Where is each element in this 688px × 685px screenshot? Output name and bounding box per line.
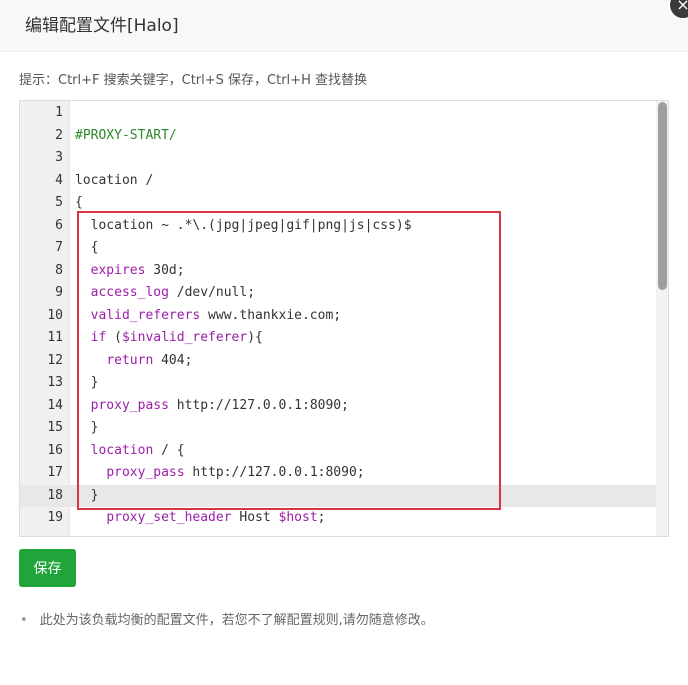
code-text: location / {: [75, 440, 185, 463]
code-token: access_log: [90, 285, 169, 300]
code-text: valid_referers www.thankxie.com;: [75, 305, 341, 328]
code-token: $host: [278, 510, 318, 525]
code-token: {: [75, 195, 83, 210]
code-token: proxy_pass: [106, 465, 185, 480]
line-number: 17: [47, 465, 63, 480]
code-text: #PROXY-START/: [75, 125, 177, 148]
code-token: www.thankxie.com;: [200, 307, 342, 323]
code-text: location ~ .*\.(jpg|jpeg|gif|png|js|css)…: [75, 215, 412, 238]
code-line[interactable]: 7 {: [20, 237, 656, 260]
line-number: 5: [55, 195, 63, 210]
line-number: 12: [47, 352, 63, 368]
code-token: ){: [247, 330, 263, 345]
line-number: 2: [55, 127, 63, 143]
code-token: / {: [153, 442, 185, 458]
line-number: 11: [47, 330, 63, 345]
code-line[interactable]: 15 }: [20, 417, 656, 440]
code-text: {: [75, 237, 99, 260]
line-number: 14: [47, 397, 63, 413]
code-token: /dev/null;: [168, 285, 256, 300]
code-token: location: [90, 442, 154, 458]
dialog-title: 编辑配置文件[Halo]: [25, 16, 179, 36]
code-line[interactable]: 10 valid_referers www.thankxie.com;: [20, 305, 656, 328]
code-line[interactable]: 4 location /: [20, 170, 656, 193]
line-number: 10: [47, 307, 63, 323]
code-token: #PROXY-START/: [75, 127, 177, 143]
line-number: 7: [55, 240, 63, 255]
code-text: }: [75, 417, 99, 440]
line-number: 3: [55, 150, 63, 165]
code-token: }: [90, 420, 99, 435]
code-text: }: [75, 485, 99, 508]
code-token: proxy_pass: [90, 397, 169, 413]
code-text: }: [75, 372, 99, 395]
code-token: valid_referers: [90, 307, 201, 323]
config-note: • 此处为该负载均衡的配置文件，若您不了解配置规则,请勿随意修改。: [20, 611, 434, 631]
code-line[interactable]: 17 proxy_pass http://127.0.0.1:8090;: [20, 462, 656, 485]
bullet-icon: •: [20, 613, 28, 628]
code-token: if: [90, 330, 107, 345]
code-line[interactable]: 18 }: [20, 484, 656, 508]
code-token: 404;: [153, 352, 193, 368]
code-token: {: [90, 240, 99, 255]
code-text: access_log /dev/null;: [75, 282, 255, 305]
line-number: 16: [47, 442, 63, 458]
code-text: return 404;: [75, 350, 192, 373]
code-text: proxy_pass http://127.0.0.1:8090;: [75, 395, 349, 418]
code-line[interactable]: 1: [20, 102, 656, 125]
code-token: ;: [317, 510, 326, 525]
code-token: location /: [75, 172, 154, 188]
code-token: return: [106, 352, 154, 368]
code-editor[interactable]: 1 2 #PROXY-START/3 4 location /5{6 location …: [19, 100, 669, 537]
line-number: 8: [55, 262, 63, 278]
code-line[interactable]: 12 return 404;: [20, 350, 656, 373]
code-text: if ($invalid_referer){: [75, 327, 263, 350]
code-line[interactable]: 6 location ~ .*\.(jpg|jpeg|gif|png|js|cs…: [20, 215, 656, 238]
code-text: {: [75, 192, 83, 215]
code-line[interactable]: 2 #PROXY-START/: [20, 125, 656, 148]
code-line[interactable]: 5{: [20, 192, 656, 215]
code-text: proxy_pass http://127.0.0.1:8090;: [75, 462, 365, 485]
scrollbar-thumb[interactable]: [658, 102, 667, 290]
code-token: $invalid_referer: [121, 330, 248, 345]
code-text: proxy_set_header Host $host;: [75, 507, 325, 530]
note-text: 此处为该负载均衡的配置文件，若您不了解配置规则,请勿随意修改。: [39, 613, 434, 628]
dialog-header: 编辑配置文件[Halo]: [0, 0, 688, 52]
line-number: 18: [47, 487, 63, 503]
code-token: proxy_set_header: [106, 510, 232, 525]
line-number: 13: [47, 375, 63, 390]
code-line[interactable]: 13 }: [20, 372, 656, 395]
code-token: http://127.0.0.1:8090;: [184, 465, 365, 480]
code-token: (: [106, 330, 122, 345]
code-lines[interactable]: 1 2 #PROXY-START/3 4 location /5{6 location …: [20, 101, 656, 530]
code-token: http://127.0.0.1:8090;: [168, 397, 349, 413]
code-text: expires 30d;: [75, 260, 185, 283]
code-token: }: [90, 375, 99, 390]
code-text: location /: [75, 170, 153, 193]
line-number: 1: [55, 105, 63, 120]
code-token: Host: [231, 510, 279, 525]
line-number: 4: [55, 172, 63, 188]
code-line[interactable]: 3: [20, 147, 656, 170]
code-token: }: [90, 487, 99, 503]
code-token: expires: [90, 262, 146, 278]
save-button[interactable]: 保存: [19, 549, 76, 587]
line-number: 9: [55, 285, 63, 300]
line-number: 6: [55, 217, 63, 233]
code-token: 30d;: [145, 262, 185, 278]
code-token: location ~ .*\.(jpg|jpeg|gif|png|js|css)…: [90, 217, 412, 233]
code-line[interactable]: 8 expires 30d;: [20, 260, 656, 283]
code-line[interactable]: 14 proxy_pass http://127.0.0.1:8090;: [20, 395, 656, 418]
editor-hint: 提示：Ctrl+F 搜索关键字，Ctrl+S 保存，Ctrl+H 查找替换: [19, 73, 367, 88]
vertical-scrollbar[interactable]: [656, 101, 668, 536]
line-number: 15: [47, 420, 63, 435]
code-line[interactable]: 19 proxy_set_header Host $host;: [20, 507, 656, 530]
code-line[interactable]: 16 location / {: [20, 440, 656, 463]
line-number: 19: [47, 510, 63, 525]
code-line[interactable]: 11 if ($invalid_referer){: [20, 327, 656, 350]
code-line[interactable]: 9 access_log /dev/null;: [20, 282, 656, 305]
